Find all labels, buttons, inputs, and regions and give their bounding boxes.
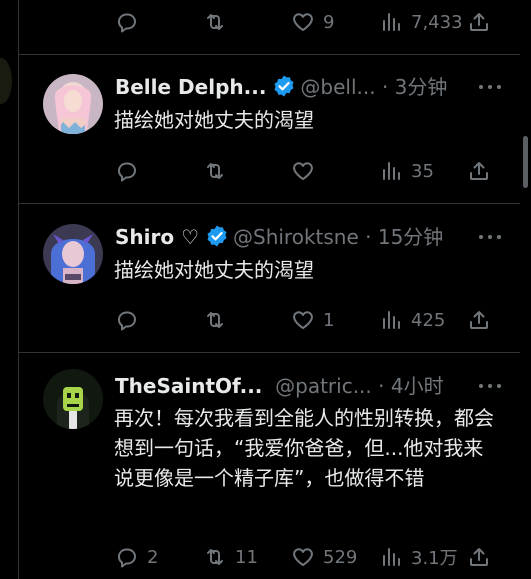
views-button[interactable]: 35 [379,157,434,185]
reply-icon [118,162,136,182]
tweet-header: Belle Delph... @bell... · 3分钟 [115,74,447,100]
retweet-icon [207,549,223,565]
like-button[interactable]: 529 [291,543,357,571]
share-button[interactable] [467,157,491,185]
tweet-time[interactable]: · 4小时 [378,374,443,398]
views-icon [383,162,400,180]
action-bar: 35 [115,157,515,185]
verified-badge-icon [274,75,294,97]
retweet-button[interactable] [203,157,235,185]
tweet-shiro[interactable]: Shiro ♡ @Shiroktsne · 15分钟 描绘她对她丈夫的渴望 1 4… [19,204,521,353]
heart-icon [293,13,313,31]
heart-icon [293,311,313,329]
scrollbar-thumb[interactable] [523,136,528,188]
author-name[interactable]: Belle Delph... [115,75,266,99]
retweet-button[interactable]: 11 [203,543,258,571]
views-button[interactable]: 3.1万 [379,543,458,571]
reply-icon [118,548,136,568]
more-options-button[interactable] [475,74,505,100]
tweet-text: 描绘她对她丈夫的渴望 [114,258,314,282]
reply-timeline: 9 7,433 Belle Delph... @bell... · 3分钟 描绘… [18,0,522,579]
more-icon [479,384,501,388]
like-count: 1 [323,309,335,331]
views-icon [383,311,400,329]
retweet-count: 11 [235,546,258,568]
reply-icon [118,311,136,331]
views-icon [383,548,400,566]
author-handle[interactable]: @patric... [275,374,372,398]
reply-button[interactable] [115,306,147,334]
views-icon [383,13,400,31]
action-bar: 2 11 529 3.1万 [115,543,515,571]
tweet-time[interactable]: · 15分钟 [365,225,443,249]
share-icon [470,162,488,180]
views-count: 425 [411,309,446,331]
share-button[interactable] [467,543,491,571]
retweet-button[interactable] [203,8,235,36]
views-button[interactable]: 7,433 [379,8,463,36]
reply-button[interactable]: 2 [115,543,158,571]
retweet-icon [207,312,223,328]
reply-icon [118,13,136,33]
more-icon [479,85,501,89]
more-options-button[interactable] [475,224,505,250]
share-icon [470,13,488,31]
views-count: 7,433 [411,11,463,33]
avatar[interactable] [43,224,103,284]
share-icon [470,548,488,566]
author-handle[interactable]: @bell... [300,75,375,99]
author-name[interactable]: Shiro ♡ [115,225,199,249]
tweet-text: 描绘她对她丈夫的渴望 [114,108,314,132]
avatar[interactable] [43,74,103,134]
reply-count: 2 [147,546,159,568]
share-button[interactable] [467,306,491,334]
author-handle[interactable]: @Shiroktsne [233,225,359,249]
like-button[interactable]: 9 [291,8,334,36]
like-button[interactable] [291,157,323,185]
retweet-icon [207,163,223,179]
action-bar: 1 425 [115,306,515,334]
verified-badge-icon [207,225,227,247]
previous-tweet: 9 7,433 [19,0,521,55]
share-button[interactable] [467,8,491,36]
tweet-belle[interactable]: Belle Delph... @bell... · 3分钟 描绘她对她丈夫的渴望 … [19,54,521,204]
more-icon [479,235,501,239]
tweet-text: 再次！每次我看到全能人的性别转换，都会想到一句话，“我爱你爸爸，但...他对我来… [114,406,494,490]
retweet-button[interactable] [203,306,235,334]
action-bar: 9 7,433 [115,8,515,36]
reply-button[interactable] [115,8,147,36]
author-name[interactable]: TheSaintOf... [115,374,262,398]
like-button[interactable]: 1 [291,306,334,334]
share-icon [470,311,488,329]
heart-icon [293,548,313,566]
tweet-header: TheSaintOf... @patric... · 4小时 [115,373,444,399]
tweet-header: Shiro ♡ @Shiroktsne · 15分钟 [115,224,443,250]
retweet-icon [207,14,223,30]
background-decoration [0,58,12,104]
views-count: 3.1万 [411,548,458,569]
scrollbar[interactable] [520,0,531,579]
heart-icon [293,162,313,180]
views-button[interactable]: 425 [379,306,445,334]
avatar[interactable] [43,369,103,429]
left-panel-edge [0,0,18,579]
tweet-time[interactable]: · 3分钟 [382,75,447,99]
more-options-button[interactable] [475,373,505,399]
tweet-thesaintof[interactable]: TheSaintOf... @patric... · 4小时 再次！每次我看到全… [19,353,521,579]
reply-button[interactable] [115,157,147,185]
like-count: 9 [323,11,335,33]
views-count: 35 [411,160,434,182]
like-count: 529 [323,546,358,568]
